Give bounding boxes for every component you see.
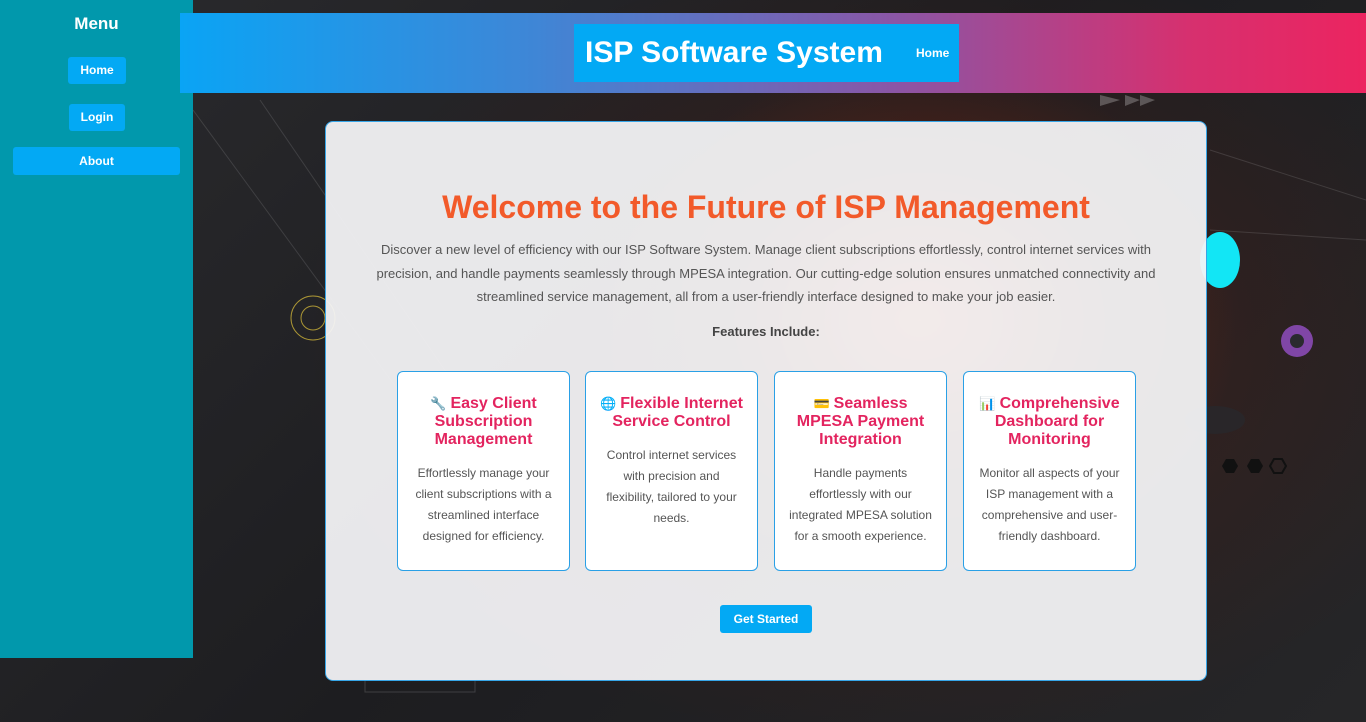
feature-card-dashboard: 📊 Comprehensive Dashboard for Monitoring … (963, 371, 1136, 571)
top-header: ISP Software System Home (180, 13, 1366, 93)
feature-title: 🔧 Easy Client Subscription Management (430, 395, 537, 448)
sidebar-title: Menu (74, 14, 119, 33)
credit-card-icon: 💳 (813, 396, 830, 411)
features-heading: Features Include: (712, 324, 820, 339)
feature-title: 🌐 Flexible Internet Service Control (600, 395, 743, 430)
site-title: ISP Software System (585, 36, 883, 69)
feature-description: Control internet services with precision… (606, 448, 737, 525)
feature-title: 📊 Comprehensive Dashboard for Monitoring (979, 395, 1120, 448)
welcome-card: Welcome to the Future of ISP Management … (325, 121, 1207, 681)
sidebar-login-button[interactable]: Login (69, 104, 125, 131)
feature-title: 💳 Seamless MPESA Payment Integration (796, 395, 925, 448)
get-started-button[interactable]: Get Started (720, 605, 812, 633)
sidebar-about-button[interactable]: About (13, 147, 180, 175)
sidebar-menu: Menu Home Login About (0, 0, 193, 658)
feature-description: Handle payments effortlessly with our in… (789, 466, 932, 543)
feature-card-internet-control: 🌐 Flexible Internet Service Control Contr… (585, 371, 758, 571)
intro-paragraph: Discover a new level of efficiency with … (376, 242, 1156, 304)
bar-chart-icon: 📊 (979, 396, 996, 411)
globe-icon: 🌐 (600, 396, 617, 411)
wrench-icon: 🔧 (430, 396, 447, 411)
feature-description: Monitor all aspects of your ISP manageme… (979, 466, 1120, 543)
header-home-link[interactable]: Home (916, 24, 949, 82)
header-title-box: ISP Software System Home (574, 24, 959, 82)
page-title: Welcome to the Future of ISP Management (442, 189, 1090, 225)
sidebar-home-button[interactable]: Home (68, 57, 126, 84)
feature-card-subscription: 🔧 Easy Client Subscription Management Eff… (397, 371, 570, 571)
feature-card-mpesa: 💳 Seamless MPESA Payment Integration Hand… (774, 371, 947, 571)
feature-description: Effortlessly manage your client subscrip… (415, 466, 552, 543)
